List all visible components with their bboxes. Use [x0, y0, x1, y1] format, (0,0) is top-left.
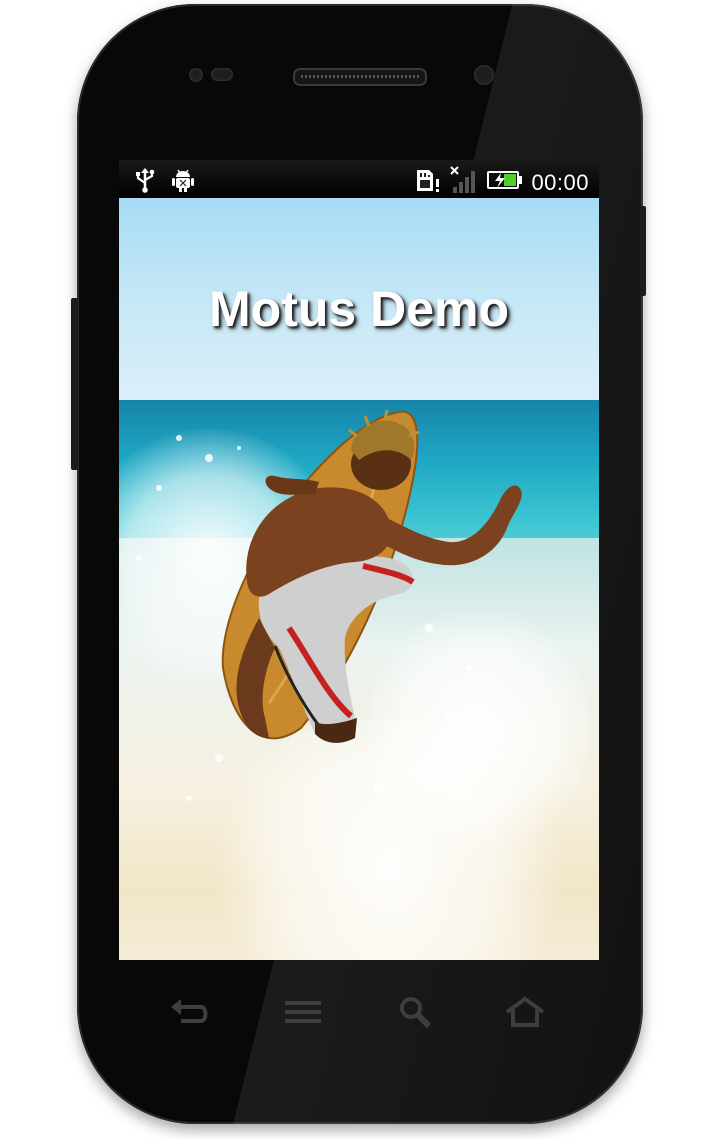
front-camera: [474, 65, 494, 85]
status-bar: 00:00: [119, 160, 599, 198]
home-button[interactable]: [503, 994, 547, 1034]
status-clock: 00:00: [531, 169, 589, 195]
home-icon: [503, 996, 547, 1033]
search-button[interactable]: [393, 994, 437, 1034]
back-icon: [169, 997, 209, 1032]
navigation-bar: [119, 962, 599, 1072]
usb-icon: [133, 167, 157, 198]
light-sensor: [211, 68, 233, 81]
earpiece-speaker: [293, 68, 427, 86]
power-button[interactable]: [640, 206, 646, 296]
menu-icon: [283, 999, 323, 1030]
battery-charging-icon: [487, 169, 523, 196]
proximity-sensor: [189, 68, 203, 82]
back-button[interactable]: [167, 994, 211, 1034]
app-content: Motus Demo: [119, 198, 599, 960]
sd-card-warning-icon: [415, 167, 441, 198]
signal-off-icon: [449, 165, 479, 200]
screen: 00:00 Motus Demo: [119, 160, 599, 960]
menu-button[interactable]: [281, 994, 325, 1034]
search-icon: [398, 995, 432, 1034]
android-debug-icon: [171, 167, 195, 198]
app-title: Motus Demo: [209, 281, 509, 337]
volume-button[interactable]: [71, 298, 78, 470]
